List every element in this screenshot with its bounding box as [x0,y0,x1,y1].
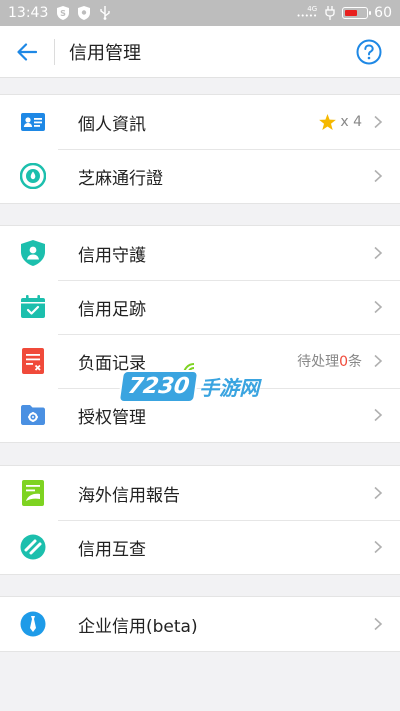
star-count: x 4 [319,114,362,130]
pending-count: 0 [339,354,348,370]
chevron-right-icon [374,115,383,129]
chevron-right-icon [374,617,383,631]
battery-icon [342,7,372,19]
back-button[interactable] [0,26,54,78]
chevron-right-icon [374,169,383,183]
menu-item-label: 授权管理 [78,407,146,428]
chevron-right-icon [374,540,383,554]
sesame-pass-icon [20,163,46,189]
shield-user-icon [20,240,46,266]
menu-item-label: 负面记录 [78,353,146,374]
folder-gear-icon [20,402,46,428]
group-enterprise: 企业信用(beta) [0,596,400,652]
usb-icon [98,6,111,20]
arrow-left-icon [17,42,37,61]
status-bar: 13:43 S 4G ••••• 60 [0,0,400,26]
pending-status: 待处理0条 [297,354,362,370]
menu-item-authorization[interactable]: 授权管理 [0,388,400,442]
chevron-right-icon [374,408,383,422]
menu-item-label: 芝麻通行證 [78,168,163,189]
group-credit: 信用守護 信用足跡 负面记录 待处理0条 授权管理 [0,225,400,443]
menu-item-label: 信用互查 [78,539,146,560]
menu-item-sesame-pass[interactable]: 芝麻通行證 [0,149,400,203]
id-card-icon [20,109,46,135]
menu-item-label: 信用守護 [78,245,146,266]
battery-percent: 60 [374,5,392,21]
menu-item-label: 企业信用(beta) [78,616,198,637]
page-title: 信用管理 [69,42,141,64]
question-circle-icon [356,39,382,64]
status-time: 13:43 [8,5,49,21]
chevron-right-icon [374,486,383,500]
star-icon [319,114,337,130]
menu-item-enterprise-credit[interactable]: 企业信用(beta) [0,597,400,651]
menu-item-personal-info[interactable]: 個人資訊 x 4 [0,95,400,149]
group-personal: 個人資訊 x 4 芝麻通行證 [0,94,400,204]
chevron-right-icon [374,300,383,314]
menu-item-negative-record[interactable]: 负面记录 待处理0条 [0,334,400,388]
enterprise-tie-icon [20,611,46,637]
menu-item-overseas-report[interactable]: 海外信用報告 [0,466,400,520]
shield-notification-icon: S [56,6,69,20]
help-button[interactable] [356,39,382,65]
charging-icon [323,6,336,20]
menu-item-mutual-check[interactable]: 信用互查 [0,520,400,574]
group-reports: 海外信用報告 信用互查 [0,465,400,575]
menu-item-credit-guard[interactable]: 信用守護 [0,226,400,280]
menu-item-credit-footprint[interactable]: 信用足跡 [0,280,400,334]
calendar-check-icon [20,294,46,320]
svg-text:S: S [60,9,66,18]
mutual-check-icon [20,534,46,560]
nav-header: 信用管理 [0,26,400,78]
negative-record-icon [20,348,46,374]
network-indicator: 4G ••••• [296,5,318,20]
menu-item-label: 海外信用報告 [78,485,180,506]
chevron-right-icon [374,354,383,368]
menu-item-label: 信用足跡 [78,299,146,320]
menu-item-label: 個人資訊 [78,114,146,135]
overseas-report-icon [20,480,46,506]
chevron-right-icon [374,246,383,260]
header-divider [54,38,55,65]
shield-notification-icon [77,6,90,20]
